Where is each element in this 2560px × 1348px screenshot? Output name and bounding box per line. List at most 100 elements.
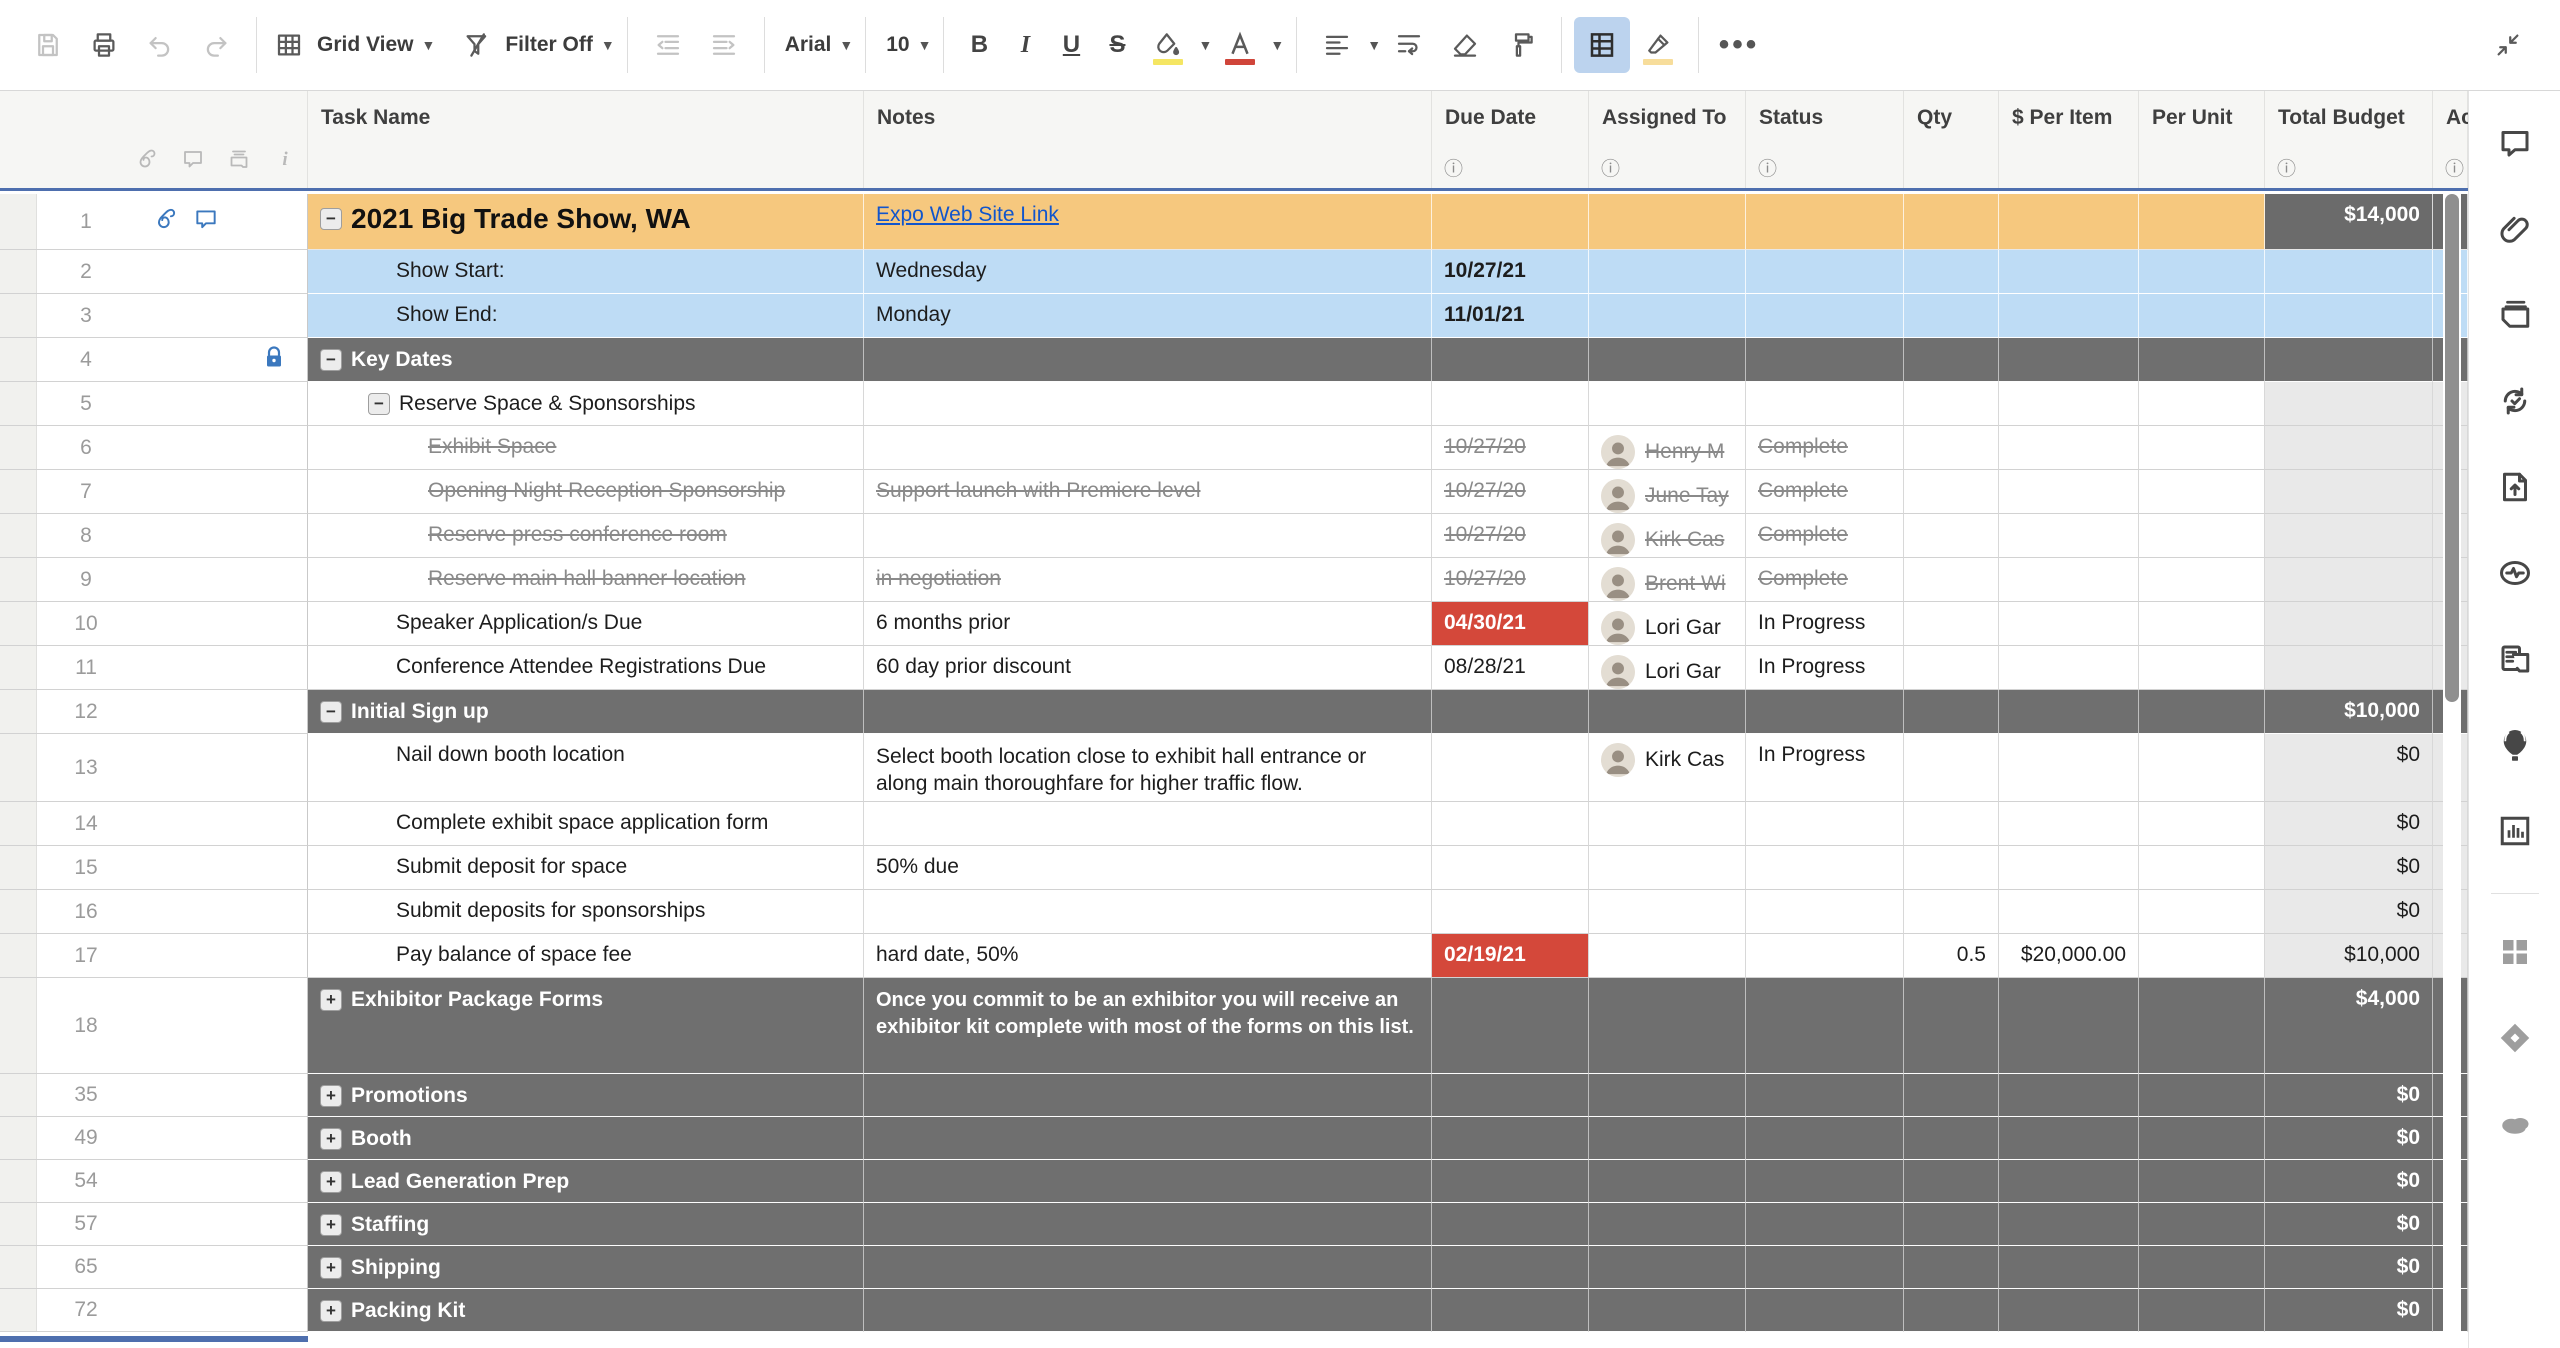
summary-icon[interactable] bbox=[2487, 631, 2543, 687]
qty-cell[interactable] bbox=[1904, 382, 1999, 426]
per-unit-cell[interactable] bbox=[2139, 1246, 2265, 1289]
per-item-cell[interactable] bbox=[1999, 690, 2139, 734]
qty-cell[interactable] bbox=[1904, 558, 1999, 602]
strikethrough-button[interactable]: S bbox=[1094, 31, 1140, 59]
qty-cell[interactable] bbox=[1904, 294, 1999, 338]
qty-cell[interactable] bbox=[1904, 602, 1999, 646]
row-number[interactable]: 3 bbox=[37, 304, 135, 328]
assigned-cell[interactable]: Henry M bbox=[1589, 426, 1746, 470]
status-cell[interactable] bbox=[1746, 846, 1904, 890]
qty-cell[interactable] bbox=[1904, 514, 1999, 558]
expand-icon[interactable]: + bbox=[320, 1214, 342, 1236]
scrollbar-thumb[interactable] bbox=[2445, 194, 2459, 702]
due-date-cell[interactable]: 10/27/20 bbox=[1432, 470, 1589, 514]
collapse-icon[interactable]: − bbox=[320, 208, 342, 230]
lock-icon[interactable] bbox=[262, 345, 286, 374]
column-header-ac[interactable]: Ac ⓘ bbox=[2433, 91, 2468, 188]
notes-cell[interactable] bbox=[864, 1289, 1432, 1332]
due-date-cell[interactable]: 10/27/21 bbox=[1432, 250, 1589, 294]
expand-icon[interactable]: + bbox=[320, 1171, 342, 1193]
proof-icon[interactable] bbox=[227, 147, 251, 178]
notes-cell[interactable]: Support launch with Premiere level bbox=[864, 470, 1432, 514]
row-number[interactable]: 11 bbox=[37, 656, 135, 680]
task-cell[interactable]: Reserve press conference room bbox=[308, 514, 864, 558]
status-cell[interactable] bbox=[1746, 382, 1904, 426]
grid-view-icon[interactable] bbox=[269, 17, 309, 73]
assigned-cell[interactable] bbox=[1589, 1289, 1746, 1332]
fill-color-icon[interactable] bbox=[1140, 17, 1196, 73]
per-unit-cell[interactable] bbox=[2139, 802, 2265, 846]
assigned-cell[interactable] bbox=[1589, 890, 1746, 934]
attachment-icon[interactable] bbox=[135, 147, 159, 178]
due-date-cell[interactable]: 08/28/21 bbox=[1432, 646, 1589, 690]
task-cell[interactable]: Nail down booth location bbox=[308, 734, 864, 802]
info-icon[interactable]: ⓘ bbox=[1601, 156, 1620, 182]
due-date-cell[interactable]: 10/27/20 bbox=[1432, 558, 1589, 602]
total-budget-cell[interactable] bbox=[2265, 646, 2433, 690]
due-date-cell[interactable] bbox=[1432, 802, 1589, 846]
font-color-icon[interactable] bbox=[1212, 17, 1268, 73]
qty-cell[interactable] bbox=[1904, 890, 1999, 934]
save-icon[interactable] bbox=[20, 17, 76, 73]
status-cell[interactable] bbox=[1746, 978, 1904, 1074]
task-cell[interactable]: Conference Attendee Registrations Due bbox=[308, 646, 864, 690]
assigned-cell[interactable] bbox=[1589, 846, 1746, 890]
info-icon[interactable]: ⓘ bbox=[1758, 156, 1777, 182]
font-size-select[interactable]: 10 bbox=[886, 33, 909, 57]
notes-cell[interactable] bbox=[864, 514, 1432, 558]
qty-cell[interactable] bbox=[1904, 1117, 1999, 1160]
row-number[interactable]: 14 bbox=[37, 812, 135, 836]
task-cell[interactable]: −2021 Big Trade Show, WA bbox=[308, 194, 864, 250]
due-date-cell[interactable]: 11/01/21 bbox=[1432, 294, 1589, 338]
total-budget-cell[interactable] bbox=[2265, 338, 2433, 382]
status-cell[interactable] bbox=[1746, 250, 1904, 294]
status-cell[interactable]: Complete bbox=[1746, 426, 1904, 470]
per-unit-cell[interactable] bbox=[2139, 602, 2265, 646]
column-header-status[interactable]: Status ⓘ bbox=[1746, 91, 1904, 188]
notes-cell[interactable] bbox=[864, 802, 1432, 846]
qty-cell[interactable] bbox=[1904, 802, 1999, 846]
notes-cell[interactable] bbox=[864, 690, 1432, 734]
per-unit-cell[interactable] bbox=[2139, 470, 2265, 514]
qty-cell[interactable] bbox=[1904, 194, 1999, 250]
qty-cell[interactable] bbox=[1904, 846, 1999, 890]
balloon-icon[interactable] bbox=[2487, 717, 2543, 773]
assigned-cell[interactable] bbox=[1589, 934, 1746, 978]
assigned-cell[interactable]: Kirk Cas bbox=[1589, 514, 1746, 558]
info-icon[interactable]: ⓘ bbox=[2445, 156, 2464, 182]
total-budget-cell[interactable] bbox=[2265, 514, 2433, 558]
chevron-down-icon[interactable]: ▼ bbox=[839, 37, 853, 53]
info-icon[interactable]: ⓘ bbox=[2277, 156, 2296, 182]
task-cell[interactable]: Speaker Application/s Due bbox=[308, 602, 864, 646]
app-grid-icon[interactable] bbox=[2487, 924, 2543, 980]
assigned-cell[interactable] bbox=[1589, 802, 1746, 846]
total-budget-cell[interactable] bbox=[2265, 558, 2433, 602]
notes-cell[interactable] bbox=[864, 1117, 1432, 1160]
task-cell[interactable]: Opening Night Reception Sponsorship bbox=[308, 470, 864, 514]
conversations-icon[interactable] bbox=[2487, 115, 2543, 171]
notes-cell[interactable]: 60 day prior discount bbox=[864, 646, 1432, 690]
row-number[interactable]: 54 bbox=[37, 1169, 135, 1193]
due-date-cell[interactable] bbox=[1432, 1117, 1589, 1160]
per-item-cell[interactable] bbox=[1999, 802, 2139, 846]
total-budget-cell[interactable]: $0 bbox=[2265, 1246, 2433, 1289]
task-cell[interactable]: Show End: bbox=[308, 294, 864, 338]
assigned-cell[interactable] bbox=[1589, 1117, 1746, 1160]
total-budget-cell[interactable] bbox=[2265, 470, 2433, 514]
column-header-due-date[interactable]: Due Date ⓘ bbox=[1432, 91, 1589, 188]
row-number[interactable]: 49 bbox=[37, 1126, 135, 1150]
assigned-cell[interactable]: June Tay bbox=[1589, 470, 1746, 514]
indent-icon[interactable] bbox=[696, 17, 752, 73]
notes-cell[interactable]: Expo Web Site Link bbox=[864, 194, 1432, 250]
status-cell[interactable] bbox=[1746, 934, 1904, 978]
per-unit-cell[interactable] bbox=[2139, 194, 2265, 250]
notes-cell[interactable] bbox=[864, 1203, 1432, 1246]
chevron-down-icon[interactable]: ▼ bbox=[1198, 37, 1212, 53]
assigned-cell[interactable] bbox=[1589, 1246, 1746, 1289]
status-cell[interactable] bbox=[1746, 1203, 1904, 1246]
status-cell[interactable]: In Progress bbox=[1746, 646, 1904, 690]
underline-button[interactable]: U bbox=[1048, 31, 1094, 59]
assigned-cell[interactable]: Brent Wi bbox=[1589, 558, 1746, 602]
status-cell[interactable] bbox=[1746, 1117, 1904, 1160]
notes-cell[interactable]: Select booth location close to exhibit h… bbox=[864, 734, 1432, 802]
